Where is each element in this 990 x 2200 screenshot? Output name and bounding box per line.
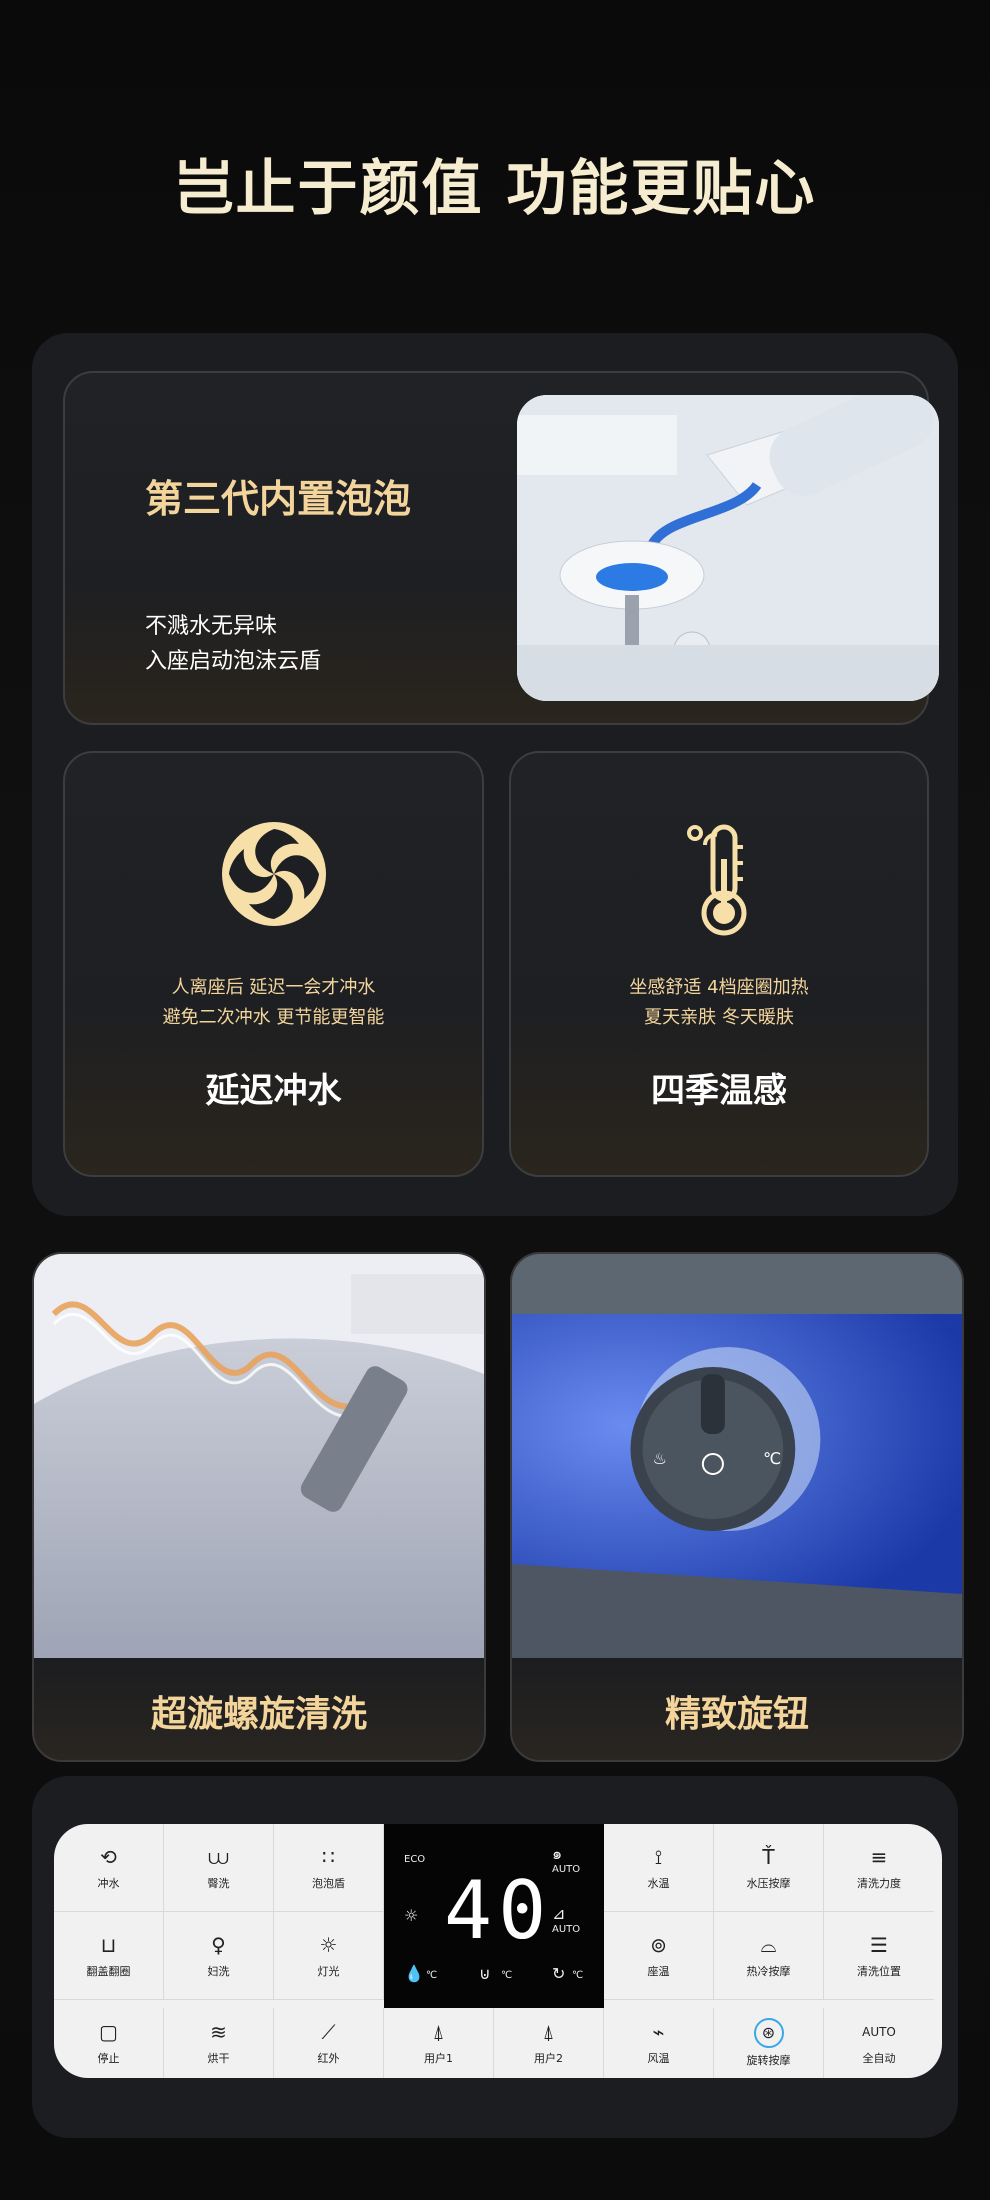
delay-flush-title: 延迟冲水 — [205, 1071, 342, 1111]
dry-icon: ≋ — [210, 2020, 227, 2044]
knob-card: ♨ ℃ 精致旋钮 — [510, 1252, 964, 1762]
lcd-display: ECO AUTO AUTO ☼ ๑ ⊿ 40 💧 ℃ ⊍ ℃ ↻ ℃ — [384, 1824, 604, 2008]
infrared-icon: ⟋ — [321, 2020, 336, 2044]
user-icon: ⍋ — [542, 2020, 555, 2044]
bubble-feature-line-1: 不溅水无异味 — [145, 614, 278, 639]
temperature-readout: 40 — [444, 1864, 553, 1957]
seat-heating-desc-1: 坐感舒适 4档座圈加热 — [629, 977, 809, 998]
sun-icon: ☼ — [404, 1906, 419, 1925]
bubble-product-photo — [517, 395, 939, 701]
infrared-button[interactable]: ⟋ 红外 — [274, 2008, 384, 2078]
flush-button[interactable]: ⟲ 冲水 — [54, 1824, 164, 1912]
delay-flush-card: 人离座后 延迟一会才冲水 避免二次冲水 更节能更智能 延迟冲水 — [63, 751, 484, 1177]
bubble-feature-title: 第三代内置泡泡 — [145, 477, 412, 521]
rotate-massage-icon: ⊛ — [753, 2018, 784, 2048]
delay-flush-desc-2: 避免二次冲水 更节能更智能 — [162, 1007, 385, 1028]
flush-icon: ⟲ — [100, 1844, 117, 1869]
feminine-wash-button[interactable]: ♀ 妇洗 — [164, 1912, 274, 2000]
auto-button[interactable]: AUTO 全自动 — [824, 2008, 934, 2078]
seat-icon: ⊍ — [479, 1964, 491, 1983]
spiral-wash-photo — [34, 1254, 484, 1658]
hot-cold-massage-button[interactable]: ⌓ 热冷按摩 — [714, 1912, 824, 2000]
swirl-small-icon: ๑ — [552, 1844, 563, 1863]
lid-flip-icon: ⊔ — [100, 1932, 117, 1957]
seat-temp-button[interactable]: ⊚ 座温 — [604, 1912, 714, 2000]
light-button[interactable]: ☼ 灯光 — [274, 1912, 384, 2000]
swirl-icon — [221, 822, 326, 926]
dry-button[interactable]: ≋ 烘干 — [164, 2008, 274, 2078]
clean-strength-button[interactable]: ≡ 清洗力度 — [824, 1824, 934, 1912]
lid-flip-button[interactable]: ⊔ 翻盖翻圈 — [54, 1912, 164, 2000]
spiral-wash-card: 超漩螺旋清洗 — [32, 1252, 486, 1762]
feminine-wash-icon: ♀ — [211, 1932, 226, 1957]
seat-temp-icon: ⊚ — [650, 1932, 667, 1957]
seat-heating-card: 坐感舒适 4档座圈加热 夏天亲肤 冬天暖肤 四季温感 — [509, 751, 929, 1177]
clean-position-button[interactable]: ☰ 清洗位置 — [824, 1912, 934, 2000]
page-title: 岂止于颜值 功能更贴心 — [173, 154, 817, 224]
clean-strength-icon: ≡ — [870, 1844, 888, 1869]
rotate-massage-button[interactable]: ⊛ 旋转按摩 — [714, 2008, 824, 2078]
remote-panel: ⟲ 冲水 ⩊ 臀洗 ∷ 泡泡盾 ⊔ 翻盖翻圈 ♀ 妇洗 ☼ 灯光 ECO AUTO AUTO… — [32, 1776, 958, 2138]
water-drop-icon: 💧 — [404, 1964, 424, 1983]
pressure-massage-icon: Ť — [762, 1844, 775, 1869]
foam-shield-icon: ∷ — [322, 1844, 335, 1869]
air-temp-icon: ⌁ — [652, 2020, 665, 2044]
knob-photo: ♨ ℃ — [512, 1254, 962, 1658]
light-icon: ☼ — [319, 1932, 338, 1957]
knob-caption: 精致旋钮 — [512, 1658, 962, 1760]
auto-text: AUTO — [862, 2025, 896, 2039]
thermometer-icon — [687, 824, 747, 936]
hip-wash-icon: ⩊ — [208, 1844, 229, 1869]
stop-button[interactable]: ▢ 停止 — [54, 2008, 164, 2078]
svg-text:℃: ℃ — [763, 1449, 781, 1468]
air-temp-button[interactable]: ⌁ 风温 — [604, 2008, 714, 2078]
water-temp-button[interactable]: ⟟ 水温 — [604, 1824, 714, 1912]
eco-label: ECO — [404, 1854, 426, 1865]
user1-button[interactable]: ⍋ 用户1 — [384, 2008, 494, 2078]
features-panel: 第三代内置泡泡 不溅水无异味 入座启动泡沫云盾 人离座后 延迟一会才冲水 避免二… — [32, 333, 958, 1216]
nozzle-icon: ⊿ — [552, 1904, 566, 1923]
water-temp-icon: ⟟ — [654, 1844, 663, 1869]
remote-control: ⟲ 冲水 ⩊ 臀洗 ∷ 泡泡盾 ⊔ 翻盖翻圈 ♀ 妇洗 ☼ 灯光 ECO AUTO AUTO… — [54, 1824, 942, 2078]
user-icon: ⍋ — [432, 2020, 445, 2044]
seat-heating-desc-2: 夏天亲肤 冬天暖肤 — [644, 1007, 794, 1028]
wind-icon: ↻ — [552, 1964, 566, 1983]
bubble-feature-line-2: 入座启动泡沫云盾 — [145, 649, 322, 674]
svg-text:♨: ♨ — [653, 1449, 667, 1468]
user2-button[interactable]: ⍋ 用户2 — [494, 2008, 604, 2078]
bubble-feature-card: 第三代内置泡泡 不溅水无异味 入座启动泡沫云盾 — [63, 371, 939, 725]
pressure-massage-button[interactable]: Ť 水压按摩 — [714, 1824, 824, 1912]
foam-shield-button[interactable]: ∷ 泡泡盾 — [274, 1824, 384, 1912]
seat-heating-title: 四季温感 — [651, 1071, 787, 1111]
hot-cold-massage-icon: ⌓ — [760, 1932, 777, 1957]
delay-flush-desc-1: 人离座后 延迟一会才冲水 — [171, 977, 376, 998]
page: 岂止于颜值 功能更贴心 第三代内置泡泡 不溅水无异味 入座启动泡沫云盾 人离座后… — [0, 0, 990, 2200]
hip-wash-button[interactable]: ⩊ 臀洗 — [164, 1824, 274, 1912]
clean-position-icon: ☰ — [870, 1932, 888, 1957]
spiral-wash-caption: 超漩螺旋清洗 — [34, 1658, 484, 1760]
auto-label-2: AUTO — [552, 1924, 581, 1935]
stop-icon: ▢ — [99, 2020, 118, 2044]
